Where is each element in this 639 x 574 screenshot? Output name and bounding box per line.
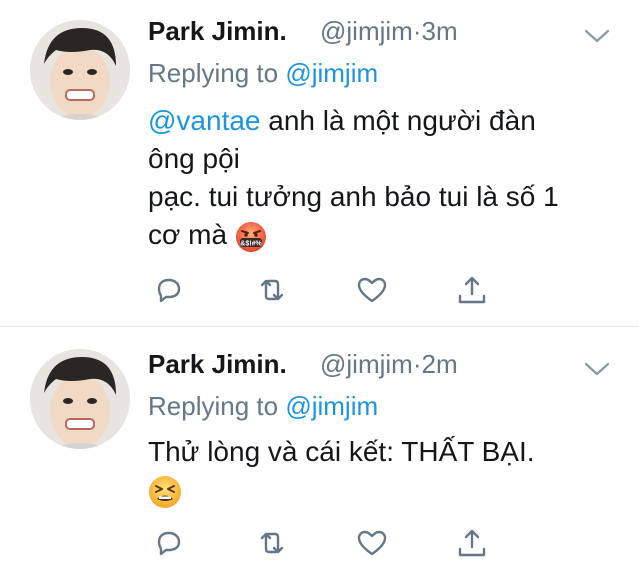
handle-and-time: @jimjim·2m <box>320 349 458 380</box>
replying-prefix: Replying to <box>148 391 279 421</box>
avatar[interactable] <box>30 20 130 120</box>
tweet-line-1: @vantae anh là một người đàn <box>148 102 559 140</box>
avatar-image <box>30 20 130 120</box>
handle-and-time: @jimjim·3m <box>320 16 458 47</box>
replying-to-handle[interactable]: @jimjim <box>285 391 378 421</box>
replying-to-handle[interactable]: @jimjim <box>285 58 378 88</box>
share-icon[interactable] <box>454 272 490 308</box>
reply-icon[interactable] <box>150 525 186 561</box>
reply-icon[interactable] <box>150 272 186 308</box>
tweet-time[interactable]: 2m <box>422 349 458 379</box>
tweet-line-2: ông pội <box>148 143 240 174</box>
mention-link[interactable]: @vantae <box>148 105 261 136</box>
tweet-actions <box>150 272 510 308</box>
avatar-image <box>30 349 130 449</box>
tweet-line-text: anh là một người đàn <box>268 105 536 136</box>
tweet-line-3: pạc. tui tưởng anh bảo tui là số 1 <box>148 181 559 212</box>
tweet-line-1: Thử lòng và cái kết: THẤT BẠI. <box>148 436 535 467</box>
author-name[interactable]: Park Jimin. <box>148 349 287 380</box>
replying-to: Replying to @jimjim <box>148 58 378 89</box>
tweet-text: @vantae anh là một người đàn ông pội pạc… <box>148 102 559 254</box>
tweet-1[interactable]: Park Jimin. @jimjim·3m Replying to @jimj… <box>0 0 639 326</box>
avatar[interactable] <box>30 349 130 449</box>
replying-to: Replying to @jimjim <box>148 391 378 422</box>
like-icon[interactable] <box>354 525 390 561</box>
author-handle[interactable]: @jimjim <box>320 16 413 46</box>
tweet-line-text: cơ mà <box>148 219 228 250</box>
tired-face-emoji <box>149 475 181 508</box>
author-name[interactable]: Park Jimin. <box>148 16 287 47</box>
like-icon[interactable] <box>354 272 390 308</box>
time-separator: · <box>412 349 422 379</box>
share-icon[interactable] <box>454 525 490 561</box>
tweet-actions <box>150 525 510 561</box>
retweet-icon[interactable] <box>254 525 290 561</box>
tweet-time[interactable]: 3m <box>422 16 458 46</box>
tweet-2[interactable]: Park Jimin. @jimjim·2m Replying to @jimj… <box>0 327 639 574</box>
replying-prefix: Replying to <box>148 58 279 88</box>
retweet-icon[interactable] <box>254 272 290 308</box>
tweet-line-4: cơ mà &$!#% <box>148 216 559 254</box>
cursing-face-emoji: &$!#% <box>235 221 266 252</box>
svg-text:&$!#%: &$!#% <box>240 240 262 247</box>
tweet-text: Thử lòng và cái kết: THẤT BẠI. <box>148 433 535 509</box>
author-handle[interactable]: @jimjim <box>320 349 413 379</box>
chevron-down-icon[interactable] <box>584 359 610 379</box>
tweet-line-2 <box>148 471 535 509</box>
time-separator: · <box>412 16 422 46</box>
chevron-down-icon[interactable] <box>584 26 610 46</box>
